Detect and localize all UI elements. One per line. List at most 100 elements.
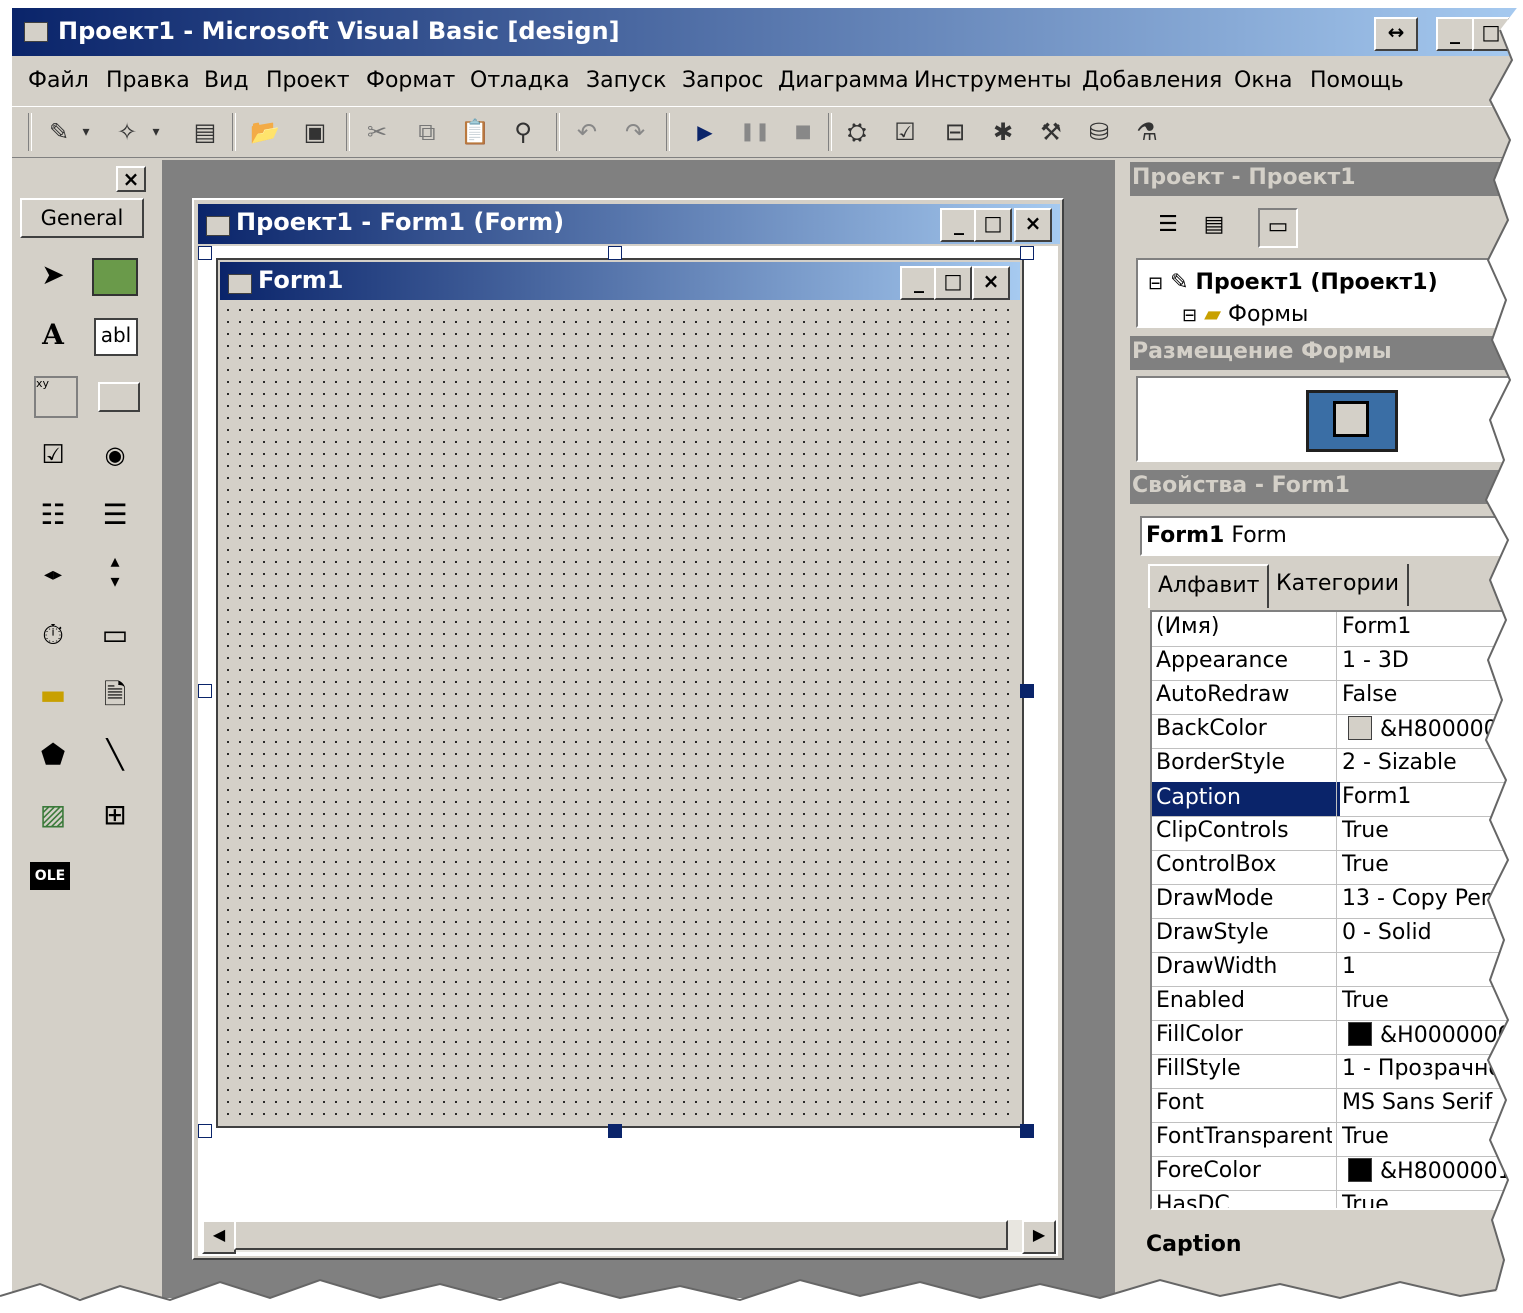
pointer-icon[interactable]: ➤ [30,252,76,298]
property-value[interactable]: 1 - Прозрачно [1342,1056,1523,1086]
property-value[interactable]: 1 [1342,954,1523,984]
property-value[interactable]: &H8000000F [1348,716,1523,746]
label-icon[interactable]: A [30,312,76,358]
menu-addins[interactable]: Добавления [1082,68,1222,93]
component-manager-icon[interactable]: ⚗ [1130,115,1164,149]
add-project-icon[interactable]: ✎ [42,115,76,149]
property-row[interactable]: Appearance 1 - 3D [1152,646,1523,681]
combobox-icon[interactable]: ☷ [30,492,76,538]
property-row[interactable]: FillColor &H0000000C [1152,1020,1523,1055]
maximize-button[interactable]: □ [1472,17,1510,51]
project-explorer-icon[interactable]: ⛭ [840,115,874,149]
resize-handle[interactable] [1020,246,1034,260]
commandbutton-icon[interactable] [98,382,140,412]
properties-window-icon[interactable]: ☑ [888,115,922,149]
property-row[interactable]: HasDC True [1152,1190,1523,1208]
optionbutton-icon[interactable]: ◉ [92,432,138,478]
horizontal-scrollbar[interactable]: ◀ ▶ [202,1220,1056,1254]
undo-icon[interactable]: ↶ [570,115,604,149]
add-form-icon[interactable]: ✧ [110,115,144,149]
toggle-folders-icon[interactable]: ▭ [1258,208,1298,248]
object-selector[interactable]: Form1 Form [1140,516,1523,556]
tab-categorized[interactable]: Категории [1268,564,1410,606]
resize-handle[interactable] [1020,684,1034,698]
property-value[interactable]: &H80000012 [1348,1158,1523,1188]
frame-icon[interactable]: xy [34,376,78,418]
property-row[interactable]: Caption Form1 [1152,782,1523,817]
property-row[interactable]: DrawWidth 1 [1152,952,1523,987]
property-value[interactable]: False [1342,682,1523,712]
menu-format[interactable]: Формат [366,68,455,93]
shape-icon[interactable]: ⬟ [30,732,76,778]
property-value[interactable]: True [1342,852,1523,882]
property-value[interactable]: True [1342,1124,1523,1154]
form1-design-grid[interactable] [222,304,1018,1124]
property-row[interactable]: FontTransparent True [1152,1122,1523,1157]
toolbox-icon[interactable]: ⚒ [1034,115,1068,149]
dirlistbox-icon[interactable]: ▬ [30,672,76,718]
collapse-icon[interactable]: ⊟ [1148,273,1163,294]
collapse-icon[interactable]: ⊟ [1182,305,1197,326]
form1-window[interactable]: Form1 _ □ × [216,258,1024,1128]
stop-icon[interactable]: ■ [786,115,820,149]
chevron-down-icon[interactable]: ▾ [76,115,96,149]
textbox-icon[interactable]: abl [94,318,138,356]
pause-icon[interactable]: ❚❚ [738,115,772,149]
property-row[interactable]: Font MS Sans Serif [1152,1088,1523,1123]
line-icon[interactable]: ╲ [92,732,138,778]
designer-minimize-button[interactable]: _ [940,208,978,242]
menu-debug[interactable]: Отладка [470,68,570,93]
ole-icon[interactable]: OLE [30,862,70,890]
paste-icon[interactable]: 📋 [458,115,492,149]
cut-icon[interactable]: ✂ [360,115,394,149]
vscrollbar-icon[interactable]: ▴ ▾ [92,552,138,598]
designer-close-button[interactable]: × [1014,208,1052,242]
property-value[interactable]: &H0000000C [1348,1022,1523,1052]
menu-tools[interactable]: Инструменты [914,68,1071,93]
scroll-thumb[interactable] [234,1220,1008,1250]
image-icon[interactable]: ▨ [30,792,76,838]
scroll-right-icon[interactable]: ▶ [1022,1220,1056,1254]
property-value[interactable]: True [1342,1192,1523,1208]
form-position-marker[interactable] [1333,401,1369,437]
toolbox-tab-general[interactable]: General [20,198,144,238]
property-value[interactable]: Form1 [1342,614,1523,644]
resize-handle[interactable] [198,246,212,260]
view-code-icon[interactable]: ☰ [1150,208,1186,244]
form-layout-icon[interactable]: ⊟ [938,115,972,149]
open-folder-icon[interactable]: 📂 [248,115,282,149]
property-row[interactable]: BackColor &H8000000F [1152,714,1523,749]
resize-handle[interactable] [608,246,622,260]
menu-editor-icon[interactable]: ▤ [188,115,222,149]
scroll-left-icon[interactable]: ◀ [202,1220,236,1254]
tree-item-project[interactable]: ⊟ ✎ Проект1 (Проект1) [1148,270,1438,295]
form1-maximize-button[interactable]: □ [934,266,972,300]
listbox-icon[interactable]: ☰ [92,492,138,538]
minimize-button[interactable]: _ [1436,17,1474,51]
restore-size-button[interactable]: ↔ [1374,17,1418,51]
property-row[interactable]: AutoRedraw False [1152,680,1523,715]
form1-close-button[interactable]: × [972,266,1010,300]
property-row[interactable]: ClipControls True [1152,816,1523,851]
property-value[interactable]: MS Sans Serif [1342,1090,1523,1120]
object-browser-icon[interactable]: ✱ [986,115,1020,149]
property-value[interactable]: 13 - Copy Pen [1342,886,1523,916]
menu-query[interactable]: Запрос [682,68,764,93]
resize-handle[interactable] [198,684,212,698]
property-row[interactable]: Enabled True [1152,986,1523,1021]
resize-handle[interactable] [1020,1124,1034,1138]
property-value[interactable]: True [1342,988,1523,1018]
property-value[interactable]: Form1 [1342,784,1523,814]
property-value[interactable]: 0 - Solid [1342,920,1523,950]
property-row[interactable]: DrawMode 13 - Copy Pen [1152,884,1523,919]
tab-alphabetic[interactable]: Алфавит [1148,564,1270,608]
resize-handle[interactable] [608,1124,622,1138]
menu-view[interactable]: Вид [204,68,249,93]
property-value[interactable]: 2 - Sizable [1342,750,1523,780]
checkbox-icon[interactable]: ☑ [30,432,76,478]
property-value[interactable]: True [1342,818,1523,848]
property-row[interactable]: ForeColor &H80000012 [1152,1156,1523,1191]
view-object-icon[interactable]: ▤ [1196,208,1232,244]
form1-minimize-button[interactable]: _ [900,266,938,300]
menu-help[interactable]: Помощь [1310,68,1404,93]
